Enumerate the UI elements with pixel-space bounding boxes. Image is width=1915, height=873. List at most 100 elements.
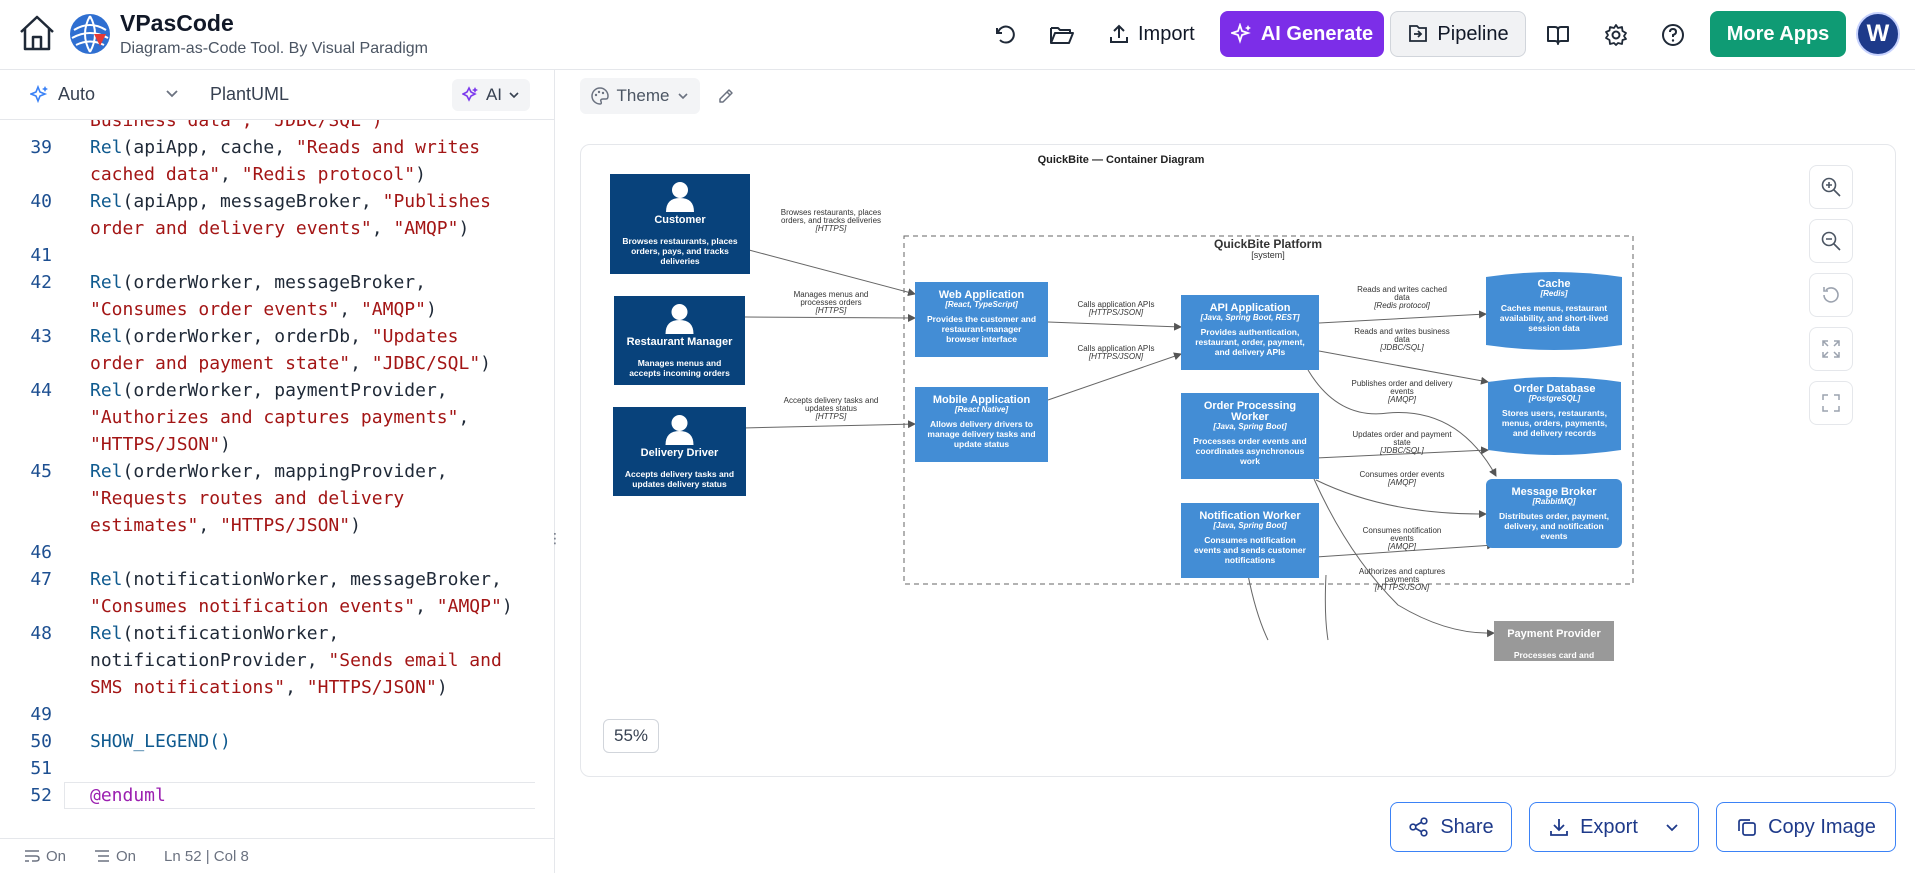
- diagram-canvas[interactable]: QuickBite — Container Diagram QuickBite P…: [580, 144, 1896, 777]
- download-icon: [1550, 819, 1568, 836]
- open-folder-icon[interactable]: [1047, 20, 1077, 50]
- container-desc: notifications: [1225, 555, 1276, 565]
- share-button[interactable]: Share: [1390, 802, 1512, 852]
- pipeline-button[interactable]: Pipeline: [1390, 11, 1526, 57]
- code-text: order and payment state", "JDBC/SQL"): [90, 353, 491, 374]
- import-button[interactable]: Import: [1108, 12, 1195, 56]
- word-wrap-toggle[interactable]: On: [24, 848, 66, 865]
- export-label: Export: [1580, 815, 1638, 838]
- code-text: Rel(orderWorker, orderDb, "Updates: [90, 326, 459, 347]
- chevron-down-icon[interactable]: [165, 86, 179, 105]
- import-label: Import: [1138, 22, 1195, 45]
- container-orderWorker: Order ProcessingWorker[Java, Spring Boot…: [1181, 393, 1319, 479]
- relation-tech: [HTTPS/JSON]: [1088, 352, 1144, 361]
- code-text: Business data", "JDBC/SQL"): [90, 120, 383, 131]
- person-customer: Customer Browses restaurants, placesorder…: [610, 174, 750, 274]
- sparkle-icon: [461, 86, 478, 102]
- container-desc: work: [1239, 456, 1260, 466]
- undo-icon[interactable]: [990, 20, 1020, 50]
- editor-status-bar: On On Ln 52 | Col 8: [0, 838, 555, 873]
- ai-assist-label: AI: [485, 85, 503, 104]
- lint-toggle[interactable]: On: [94, 848, 136, 865]
- export-button[interactable]: Export: [1529, 802, 1699, 852]
- relation-tech: [HTTPS]: [815, 412, 847, 421]
- person-desc: Browses restaurants, places: [622, 236, 738, 246]
- container-desc: delivery, and notification: [1504, 521, 1604, 531]
- line-number: 46: [30, 542, 52, 563]
- zoom-in-icon[interactable]: [1809, 165, 1853, 209]
- fit-to-screen-icon[interactable]: [1809, 327, 1853, 371]
- relation-tech: [AMQP]: [1387, 542, 1417, 551]
- container-tech: [Java, Spring Boot, REST]: [1199, 313, 1299, 322]
- relation-line: [1247, 574, 1269, 641]
- container-desc: restaurant, order, payment,: [1195, 337, 1305, 347]
- more-apps-button[interactable]: More Apps: [1710, 11, 1846, 57]
- copy-icon: [1738, 819, 1756, 836]
- user-avatar[interactable]: W: [1856, 12, 1900, 56]
- external-name: Payment Provider: [1507, 628, 1601, 640]
- relation-tech: [HTTPS/JSON]: [1088, 308, 1144, 317]
- container-cache: Cache[Redis]Caches menus, restaurantavai…: [1486, 272, 1622, 350]
- current-line-highlight: [64, 782, 535, 809]
- edit-pencil-icon[interactable]: [710, 80, 742, 112]
- code-editor[interactable]: Business data", "JDBC/SQL") 39 Rel(apiApp,…: [0, 120, 535, 838]
- person-desc: accepts incoming orders: [629, 368, 730, 378]
- relation-tech: [JDBC/SQL]: [1379, 343, 1424, 352]
- container-desc: Provides the customer and: [927, 314, 1036, 324]
- sparkle-icon: [30, 84, 48, 103]
- container-desc: coordinates asynchronous: [1196, 446, 1305, 456]
- relation-line: [742, 420, 916, 429]
- code-text: "Authorizes and captures payments",: [90, 407, 470, 428]
- code-text: Rel(orderWorker, mappingProvider,: [90, 461, 448, 482]
- relation-line: [1318, 350, 1489, 385]
- container-desc: availability, and short-lived: [1500, 313, 1608, 323]
- container-web: Web Application[React, TypeScript]Provid…: [915, 282, 1048, 357]
- person-name: Delivery Driver: [641, 447, 719, 459]
- ai-generate-button[interactable]: AI Generate: [1220, 11, 1384, 57]
- code-text: order and delivery events", "AMQP"): [90, 218, 470, 239]
- container-desc: session data: [1528, 323, 1580, 333]
- person-desc: deliveries: [660, 256, 699, 266]
- language-label[interactable]: PlantUML: [210, 84, 289, 105]
- person-driver: Delivery Driver Accepts delivery tasks an…: [613, 407, 746, 496]
- relation-tech: [HTTPS]: [815, 224, 847, 233]
- code-text: "Consumes order events", "AMQP"): [90, 299, 437, 320]
- ai-assist-button[interactable]: AI: [452, 79, 530, 111]
- code-text: "Consumes notification events", "AMQP"): [90, 596, 513, 617]
- vpascode-logo-icon: [68, 12, 112, 56]
- pipeline-icon: [1409, 25, 1428, 42]
- container-desc: menus, orders, payments,: [1502, 418, 1607, 428]
- zoom-out-icon[interactable]: [1809, 219, 1853, 263]
- line-number: 42: [30, 272, 52, 293]
- settings-gear-icon[interactable]: [1601, 20, 1631, 50]
- reset-zoom-icon[interactable]: [1809, 273, 1853, 317]
- home-icon[interactable]: [16, 12, 58, 54]
- theme-dropdown[interactable]: Theme: [580, 78, 700, 114]
- mode-dropdown[interactable]: Auto: [30, 84, 95, 105]
- code-text: "Requests routes and delivery: [90, 488, 405, 509]
- container-tech: [Java, Spring Boot]: [1212, 521, 1287, 530]
- container-api: API Application[Java, Spring Boot, REST]…: [1181, 295, 1319, 370]
- code-text: Rel(notificationWorker, messageBroker,: [90, 569, 502, 590]
- container-desc: Distributes order, payment,: [1499, 511, 1609, 521]
- relation-line: [744, 313, 916, 322]
- container-desc: update status: [954, 439, 1010, 449]
- person-desc: Accepts delivery tasks and: [625, 469, 734, 479]
- cursor-position: Ln 52 | Col 8: [164, 847, 249, 865]
- container-desc: Consumes notification: [1204, 535, 1296, 545]
- person-head-icon: [672, 182, 688, 198]
- book-icon[interactable]: [1543, 20, 1573, 50]
- copy-image-button[interactable]: Copy Image: [1716, 802, 1896, 852]
- top-bar: VPasCode Diagram-as-Code Tool. By Visual…: [0, 0, 1915, 70]
- mode-label: Auto: [58, 84, 96, 104]
- relation-tech: [Redis protocol]: [1373, 301, 1430, 310]
- upload-icon: [1110, 24, 1128, 43]
- theme-label: Theme: [616, 86, 670, 105]
- help-icon[interactable]: [1658, 20, 1688, 50]
- container-desc: restaurant-manager: [942, 324, 1023, 334]
- panel-splitter-handle[interactable]: ⋮: [548, 530, 562, 547]
- chevron-down-icon: [678, 93, 689, 100]
- ai-generate-label: AI Generate: [1260, 22, 1374, 45]
- relation-tech: [JDBC/SQL]: [1379, 446, 1424, 455]
- fullscreen-icon[interactable]: [1809, 381, 1853, 425]
